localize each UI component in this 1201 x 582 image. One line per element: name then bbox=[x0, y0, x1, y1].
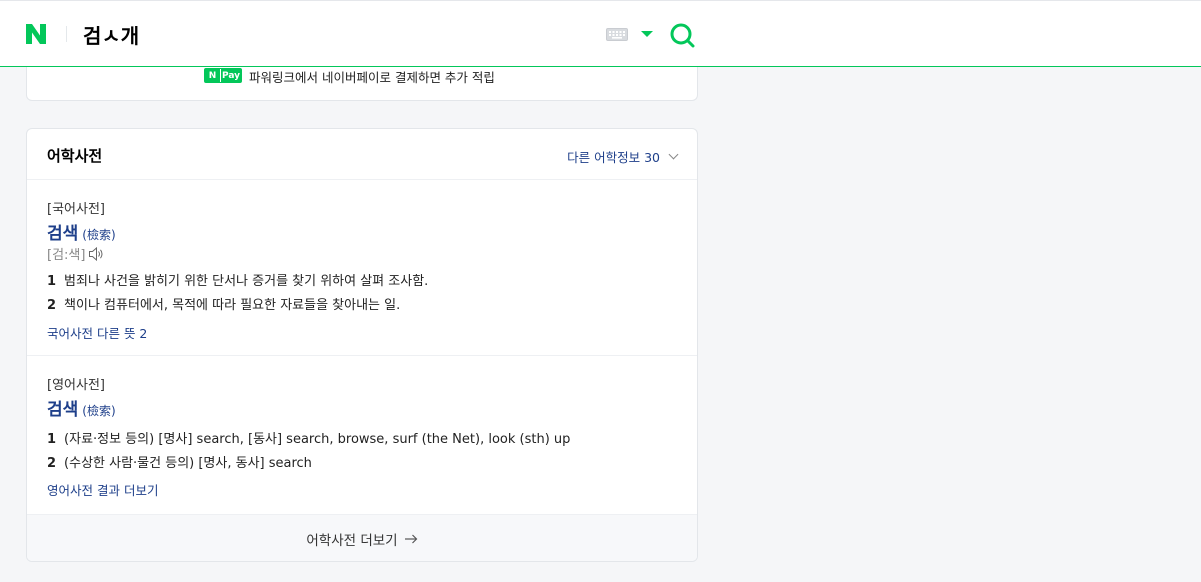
korean-entry-word[interactable]: 검색 (檢索) bbox=[47, 219, 116, 244]
npay-badge: N Pay bbox=[204, 68, 242, 83]
top-border bbox=[0, 0, 1201, 1]
english-dictionary-source: [영어사전] bbox=[47, 378, 105, 393]
korean-dictionary-source: [국어사전] bbox=[47, 202, 105, 217]
dictionary-title: 어학사전 bbox=[47, 147, 103, 165]
english-entry-word[interactable]: 검색 (檢索) bbox=[47, 395, 116, 420]
keyboard-icon[interactable] bbox=[606, 28, 628, 41]
korean-pronunciation: [검:색] bbox=[47, 244, 104, 263]
search-icon[interactable] bbox=[669, 22, 695, 48]
english-word-hanja: (檢索) bbox=[82, 404, 116, 418]
arrow-right-icon bbox=[404, 534, 417, 543]
english-word-text: 검색 bbox=[47, 400, 79, 420]
definition-number: 2 bbox=[47, 298, 57, 313]
korean-word-hanja: (檢索) bbox=[82, 228, 116, 242]
npay-notice-text: 파워링크에서 네이버페이로 결제하면 추가 적립 bbox=[249, 70, 495, 85]
definition-text: (자료·정보 등의) [명사] search, [동사] search, bro… bbox=[64, 432, 571, 447]
korean-more-meanings-link[interactable]: 국어사전 다른 뜻 2 bbox=[47, 323, 147, 342]
definition-number: 1 bbox=[47, 432, 57, 447]
header-divider bbox=[66, 26, 67, 42]
english-definition-1: 1 (자료·정보 등의) [명사] search, [동사] search, br… bbox=[47, 428, 570, 447]
korean-definition-2: 2 책이나 컴퓨터에서, 목적에 따라 필요한 자료들을 찾아내는 일. bbox=[47, 294, 400, 313]
other-language-info-button[interactable]: 다른 어학정보 30 bbox=[567, 147, 679, 166]
english-definition-2: 2 (수상한 사람·물건 등의) [명사, 동사] search bbox=[47, 452, 312, 471]
dictionary-card-header: 어학사전 다른 어학정보 30 bbox=[27, 129, 697, 180]
chevron-down-icon bbox=[668, 149, 679, 160]
dictionary-more-label: 어학사전 더보기 bbox=[306, 532, 398, 549]
korean-dictionary-section: [국어사전] 검색 (檢索) [검:색] 1 범죄나 사건을 밝히기 위한 단서나 … bbox=[27, 181, 697, 356]
search-header: 검ㅅ개 bbox=[0, 0, 1201, 67]
pronunciation-text: [검:색] bbox=[47, 248, 86, 263]
definition-text: 책이나 컴퓨터에서, 목적에 따라 필요한 자료들을 찾아내는 일. bbox=[64, 298, 401, 313]
definition-text: (수상한 사람·물건 등의) [명사, 동사] search bbox=[64, 456, 312, 471]
autocomplete-toggle-caret-icon[interactable] bbox=[641, 31, 653, 37]
definition-number: 1 bbox=[47, 274, 57, 289]
english-dictionary-section: [영어사전] 검색 (檢索) 1 (자료·정보 등의) [명사] search, [… bbox=[27, 357, 697, 514]
english-more-results-link[interactable]: 영어사전 결과 더보기 bbox=[47, 480, 158, 499]
npay-badge-pay: Pay bbox=[220, 69, 241, 82]
powerlink-card: N Pay 파워링크에서 네이버페이로 결제하면 추가 적립 bbox=[26, 67, 698, 101]
naver-logo[interactable] bbox=[24, 22, 48, 46]
other-language-info-label: 다른 어학정보 30 bbox=[567, 150, 660, 165]
dictionary-card: 어학사전 다른 어학정보 30 [국어사전] 검색 (檢索) [검:색] 1 범죄나… bbox=[26, 128, 698, 562]
speaker-icon[interactable] bbox=[88, 246, 104, 261]
dictionary-more-button[interactable]: 어학사전 더보기 bbox=[27, 514, 697, 561]
definition-text: 범죄나 사건을 밝히기 위한 단서나 증거를 찾기 위하여 살펴 조사함. bbox=[64, 274, 429, 289]
search-query[interactable]: 검ㅅ개 bbox=[83, 20, 140, 49]
korean-word-text: 검색 bbox=[47, 224, 79, 244]
korean-definition-1: 1 범죄나 사건을 밝히기 위한 단서나 증거를 찾기 위하여 살펴 조사함. bbox=[47, 270, 428, 289]
definition-number: 2 bbox=[47, 456, 57, 471]
npay-badge-n: N bbox=[205, 69, 220, 82]
